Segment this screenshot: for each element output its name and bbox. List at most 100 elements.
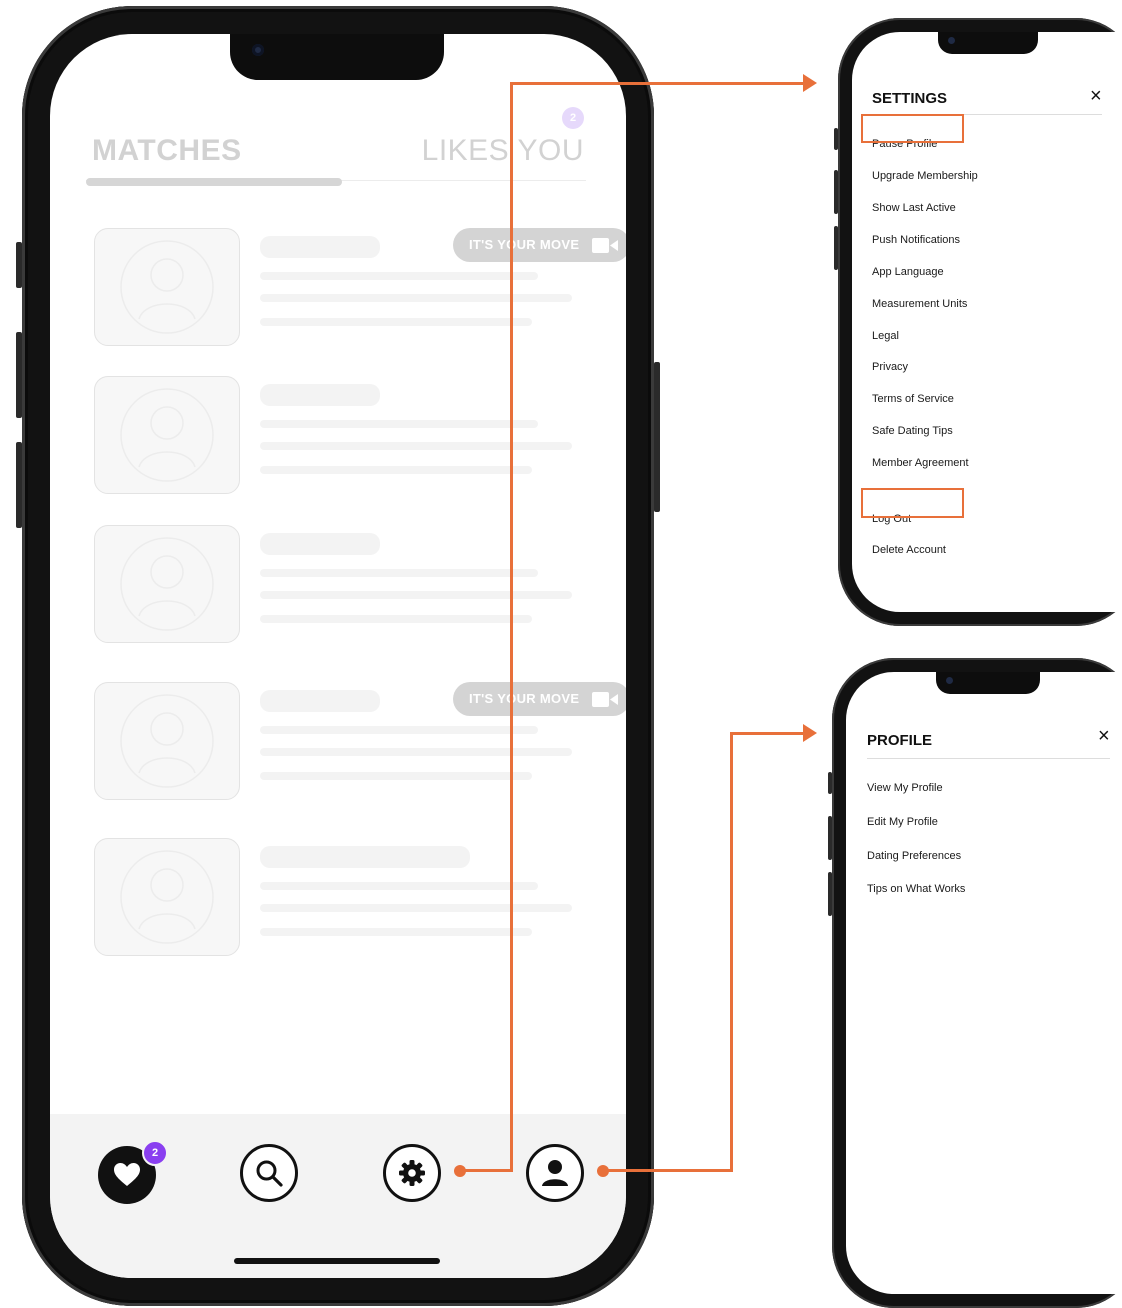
text-skeleton xyxy=(260,904,572,912)
profile-title: PROFILE xyxy=(867,732,933,749)
profile-item-view[interactable]: View My Profile xyxy=(867,782,943,794)
user-icon xyxy=(542,1160,568,1186)
settings-item-terms-of-service[interactable]: Terms of Service xyxy=(872,393,954,405)
volume-down-button xyxy=(16,442,22,528)
pause-profile-highlight xyxy=(861,114,964,143)
text-skeleton xyxy=(260,442,572,450)
main-phone-frame: MATCHES 2 LIKES YOU IT'S YOUR MOVE IT'S … xyxy=(16,6,660,1306)
gear-icon xyxy=(399,1160,425,1186)
profile-screen: PROFILE × View My Profile Edit My Profil… xyxy=(846,672,1122,1294)
settings-item-privacy[interactable]: Privacy xyxy=(872,361,908,373)
profile-item-tips[interactable]: Tips on What Works xyxy=(867,883,965,895)
log-out-highlight xyxy=(861,488,964,518)
likes-count-badge: 2 xyxy=(562,107,584,129)
video-camera-icon xyxy=(592,692,618,707)
person-placeholder-icon xyxy=(120,240,214,334)
text-skeleton xyxy=(260,591,572,599)
name-skeleton xyxy=(260,690,380,712)
settings-item-measurement-units[interactable]: Measurement Units xyxy=(872,298,967,310)
settings-item-delete-account[interactable]: Delete Account xyxy=(872,544,946,556)
volume-down-button xyxy=(834,226,838,270)
your-move-pill[interactable]: IT'S YOUR MOVE xyxy=(453,228,626,262)
person-placeholder-icon xyxy=(120,694,214,788)
profile-connector-line xyxy=(730,732,804,735)
settings-connector-line xyxy=(460,1169,513,1172)
video-camera-icon xyxy=(592,238,618,253)
match-avatar[interactable] xyxy=(94,228,240,346)
match-avatar[interactable] xyxy=(94,376,240,494)
notch xyxy=(938,32,1038,54)
settings-close-icon[interactable]: × xyxy=(1090,86,1102,106)
front-camera xyxy=(946,677,953,684)
text-skeleton xyxy=(260,772,532,780)
settings-connector-line xyxy=(510,82,804,85)
front-camera xyxy=(948,37,955,44)
settings-nav-button[interactable] xyxy=(383,1144,441,1202)
text-skeleton xyxy=(260,420,538,428)
person-placeholder-icon xyxy=(120,850,214,944)
text-skeleton xyxy=(260,569,538,577)
search-icon xyxy=(256,1160,283,1187)
match-avatar[interactable] xyxy=(94,525,240,643)
settings-connector-line xyxy=(510,82,513,1172)
volume-up-button xyxy=(16,332,22,418)
tab-matches[interactable]: MATCHES xyxy=(92,134,242,168)
volume-up-button xyxy=(828,816,832,860)
match-avatar[interactable] xyxy=(94,838,240,956)
name-skeleton xyxy=(260,236,380,258)
text-skeleton xyxy=(260,726,538,734)
volume-down-button xyxy=(828,872,832,916)
profile-close-icon[interactable]: × xyxy=(1098,726,1110,746)
text-skeleton xyxy=(260,318,532,326)
notch xyxy=(936,672,1040,694)
home-indicator xyxy=(234,1258,440,1264)
main-screen: MATCHES 2 LIKES YOU IT'S YOUR MOVE IT'S … xyxy=(50,34,626,1278)
front-camera xyxy=(252,44,264,56)
profile-connector-line xyxy=(603,1169,733,1172)
text-skeleton xyxy=(260,748,572,756)
power-button xyxy=(654,362,660,512)
text-skeleton xyxy=(260,272,538,280)
profile-arrow-icon xyxy=(803,724,817,742)
name-skeleton xyxy=(260,533,380,555)
name-skeleton xyxy=(260,846,470,868)
tab-active-indicator xyxy=(86,178,342,186)
text-skeleton xyxy=(260,928,532,936)
settings-item-member-agreement[interactable]: Member Agreement xyxy=(872,457,969,469)
your-move-label: IT'S YOUR MOVE xyxy=(469,691,580,706)
settings-arrow-icon xyxy=(803,74,817,92)
profile-phone-frame: PROFILE × View My Profile Edit My Profil… xyxy=(828,658,1122,1308)
matches-count-badge: 2 xyxy=(142,1140,168,1166)
profile-item-dating-preferences[interactable]: Dating Preferences xyxy=(867,850,961,862)
name-skeleton xyxy=(260,384,380,406)
profile-nav-button[interactable] xyxy=(526,1144,584,1202)
person-placeholder-icon xyxy=(120,537,214,631)
text-skeleton xyxy=(260,466,532,474)
settings-phone-frame: SETTINGS × Pause Profile Upgrade Members… xyxy=(834,18,1122,626)
settings-title: SETTINGS xyxy=(872,90,948,107)
your-move-pill[interactable]: IT'S YOUR MOVE xyxy=(453,682,626,716)
person-placeholder-icon xyxy=(120,388,214,482)
profile-item-edit[interactable]: Edit My Profile xyxy=(867,816,938,828)
settings-item-show-last-active[interactable]: Show Last Active xyxy=(872,202,956,214)
settings-item-legal[interactable]: Legal xyxy=(872,330,899,342)
settings-item-safe-dating-tips[interactable]: Safe Dating Tips xyxy=(872,425,953,437)
notch xyxy=(230,34,444,80)
mute-switch xyxy=(828,772,832,794)
text-skeleton xyxy=(260,294,572,302)
text-skeleton xyxy=(260,882,538,890)
settings-item-upgrade-membership[interactable]: Upgrade Membership xyxy=(872,170,978,182)
search-nav-button[interactable] xyxy=(240,1144,298,1202)
settings-item-push-notifications[interactable]: Push Notifications xyxy=(872,234,960,246)
mute-switch xyxy=(16,242,22,288)
profile-divider xyxy=(867,758,1110,759)
tab-likes-you[interactable]: LIKES YOU xyxy=(422,134,584,168)
volume-up-button xyxy=(834,170,838,214)
heart-icon xyxy=(114,1163,140,1186)
profile-connector-line xyxy=(730,732,733,1172)
your-move-label: IT'S YOUR MOVE xyxy=(469,237,580,252)
text-skeleton xyxy=(260,615,532,623)
mute-switch xyxy=(834,128,838,150)
settings-item-app-language[interactable]: App Language xyxy=(872,266,944,278)
match-avatar[interactable] xyxy=(94,682,240,800)
